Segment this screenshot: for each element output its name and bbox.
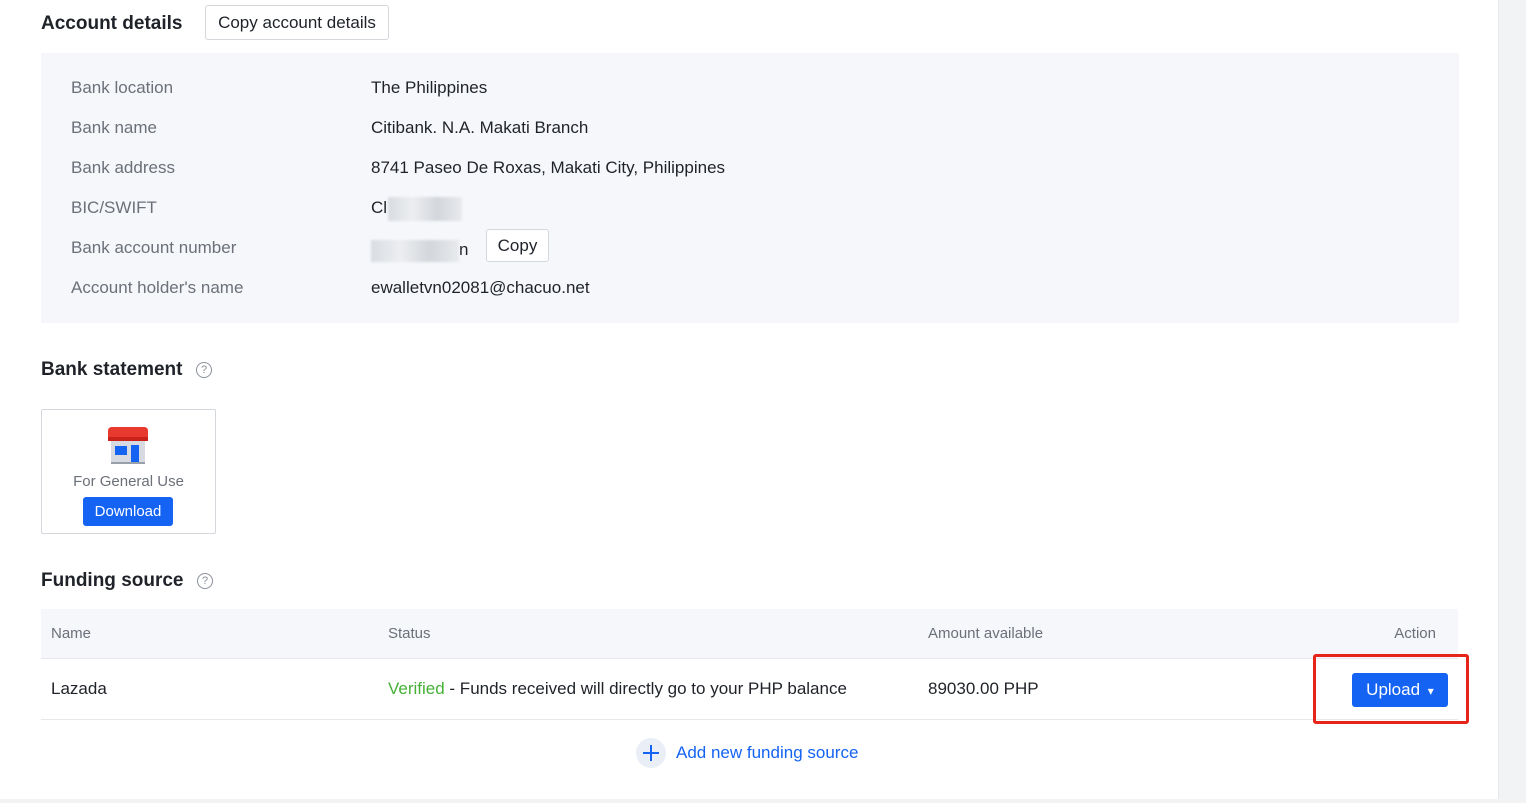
plus-circle-icon — [636, 738, 666, 768]
funding-amount: 89030.00 PHP — [928, 679, 1039, 698]
detail-row-bank-name: Bank name Citibank. N.A. Makati Branch — [41, 116, 1459, 156]
funding-name: Lazada — [51, 679, 107, 698]
copy-account-details-button[interactable]: Copy account details — [205, 5, 389, 40]
column-header-action: Action — [1394, 625, 1436, 642]
account-number-visible-part: n — [459, 240, 469, 259]
detail-label: Bank name — [71, 118, 157, 137]
column-header-amount: Amount available — [928, 625, 1044, 642]
question-circle-icon[interactable]: ? — [197, 573, 213, 589]
store-icon — [108, 427, 148, 464]
detail-label: Bank account number — [71, 238, 237, 257]
detail-label: Bank location — [71, 78, 174, 97]
download-button[interactable]: Download — [83, 497, 173, 526]
detail-row-account-number: Bank account number n Copy — [41, 229, 1459, 276]
table-row: Lazada Verified - Funds received will di… — [41, 659, 1458, 720]
detail-value: 8741 Paseo De Roxas, Makati City, Philip… — [371, 158, 726, 177]
chevron-down-icon: ▾ — [1427, 684, 1434, 698]
status-description: - Funds received will directly go to you… — [444, 679, 847, 698]
detail-row-bank-address: Bank address 8741 Paseo De Roxas, Makati… — [41, 156, 1459, 196]
funding-source-title: Funding source — [41, 570, 184, 591]
column-header-status: Status — [388, 625, 431, 642]
detail-row-bic-swift: BIC/SWIFT Cl — [41, 196, 1459, 236]
redacted-blur — [388, 196, 463, 221]
detail-label: Bank address — [71, 158, 175, 177]
funding-table-header: Name Status Amount available Action — [41, 609, 1458, 659]
upload-button-label: Upload — [1366, 680, 1421, 699]
detail-value-redacted: Cl — [371, 196, 463, 221]
detail-value: ewalletvn02081@chacuo.net — [371, 278, 590, 297]
detail-value: The Philippines — [371, 78, 488, 97]
question-circle-icon[interactable]: ? — [196, 362, 212, 378]
account-details-panel: Bank location The Philippines Bank name … — [41, 53, 1459, 323]
bank-statement-title: Bank statement — [41, 359, 183, 380]
detail-label: BIC/SWIFT — [71, 198, 157, 217]
statement-card[interactable]: For General Use Download — [41, 409, 216, 534]
funding-status: Verified - Funds received will directly … — [388, 679, 847, 699]
copy-account-number-button[interactable]: Copy — [486, 229, 549, 262]
detail-value-redacted: n — [371, 238, 468, 262]
upload-button[interactable]: Upload ▾ — [1352, 673, 1448, 707]
redacted-blur — [371, 239, 459, 262]
status-verified: Verified — [388, 679, 445, 698]
add-funding-source-label: Add new funding source — [676, 743, 859, 762]
detail-row-bank-location: Bank location The Philippines — [41, 76, 1459, 116]
detail-value: Citibank. N.A. Makati Branch — [371, 118, 589, 137]
detail-label: Account holder's name — [71, 278, 244, 297]
detail-row-holder-name: Account holder's name ewalletvn02081@cha… — [41, 276, 1459, 316]
bic-visible-part: Cl — [371, 198, 388, 217]
column-header-name: Name — [51, 625, 92, 642]
main-card: Account details Copy account details Ban… — [0, 0, 1499, 799]
account-details-title: Account details — [41, 13, 183, 34]
statement-card-label: For General Use — [73, 473, 184, 490]
